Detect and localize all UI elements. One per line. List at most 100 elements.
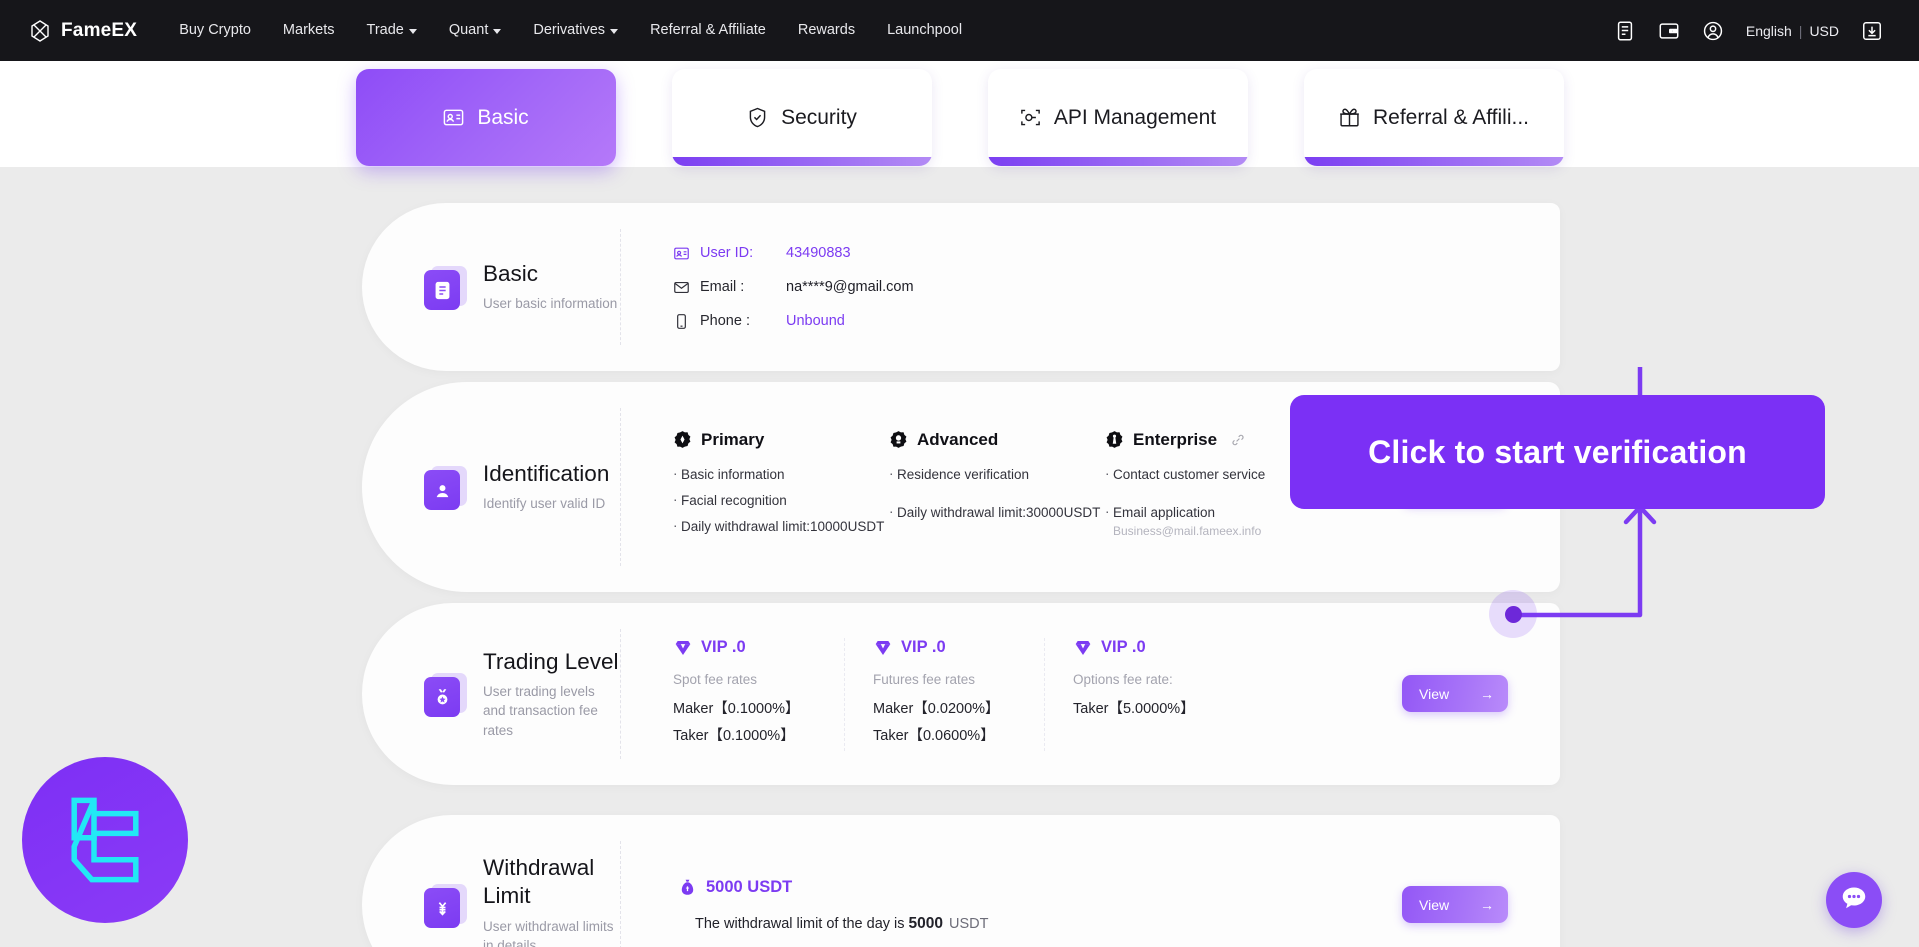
user-circle-icon[interactable] [1702, 20, 1724, 42]
card-title: Basic [483, 261, 539, 287]
nav-item-markets[interactable]: Markets [267, 0, 351, 61]
nav-item-buy-crypto[interactable]: Buy Crypto [163, 0, 267, 61]
withdrawal-amount: 5000 USDT [706, 878, 793, 896]
level-benefits: Residence verification Daily withdrawal … [889, 465, 1105, 522]
tab-accent-bar [671, 157, 932, 166]
card-title: Identification [483, 461, 610, 487]
chevron-down-icon [493, 29, 502, 34]
currency-label[interactable]: USD [1809, 23, 1839, 39]
info-row-email: Email : na****9@gmail.com [673, 279, 914, 296]
tab-accent-bar [987, 157, 1248, 166]
wallet-icon[interactable] [1658, 20, 1680, 42]
benefit-item: Facial recognition [673, 491, 889, 510]
card-subtitle: User withdrawal limits in details [483, 918, 614, 947]
vip-gem-icon [673, 638, 693, 658]
card-subtitle: Identify user valid ID [483, 496, 606, 512]
cta-label: Click to start verification [1368, 433, 1747, 470]
benefit-item: Daily withdrawal limit:30000USDT [889, 503, 1105, 522]
language-label[interactable]: English [1746, 23, 1792, 39]
tab-api-management[interactable]: API Management [987, 69, 1248, 166]
tab-basic[interactable]: Basic [355, 69, 616, 166]
tab-security[interactable]: Security [671, 69, 932, 166]
enterprise-badge-icon [1105, 430, 1124, 449]
identification-card-header: Identification Identify user valid ID [362, 460, 620, 514]
level-name: Enterprise [1133, 429, 1218, 449]
fee-type-label: Options fee rate: [1073, 671, 1173, 687]
benefit-item: Daily withdrawal limit:10000USDT [673, 517, 889, 536]
level-column-advanced: Advanced Residence verification Daily wi… [889, 430, 1105, 545]
vip-level: VIP .0 [701, 638, 746, 656]
api-key-icon [1019, 106, 1042, 129]
document-list-icon[interactable] [1614, 20, 1636, 42]
fee-column-futures: VIP .0 Futures fee rates Maker【0.0200%】 … [873, 637, 1045, 751]
vip-level: VIP .0 [1101, 638, 1146, 656]
info-row-phone: Phone : Unbound [673, 313, 914, 330]
chevron-down-icon [408, 29, 417, 34]
basic-card-body: User ID: 43490883 Email : na****9@gmail.… [621, 245, 1560, 330]
info-row-user-id: User ID: 43490883 [673, 245, 914, 262]
button-label: View [1419, 896, 1450, 913]
vip-header: VIP .0 [1073, 638, 1217, 658]
nav-label: Referral & Affiliate [650, 22, 766, 38]
fee-value: Taker【0.1000%】 [673, 727, 795, 744]
nav-item-rewards[interactable]: Rewards [782, 0, 871, 61]
nav-item-trade[interactable]: Trade [351, 0, 433, 61]
trading-level-card: Trading Level User trading levels and tr… [362, 603, 1560, 785]
button-label: View [1419, 685, 1450, 702]
nav-item-derivatives[interactable]: Derivatives [517, 0, 634, 61]
tab-referral-affiliate[interactable]: Referral & Affili... [1303, 69, 1564, 166]
fee-value: Maker【0.1000%】 [673, 700, 800, 717]
benefit-item: Residence verification [889, 465, 1105, 484]
brand-logo[interactable]: FameEX [28, 19, 137, 43]
vip-header: VIP .0 [673, 638, 816, 658]
separator: | [1798, 22, 1803, 39]
info-value[interactable]: Unbound [786, 313, 845, 329]
trading-level-view-button[interactable]: View → [1402, 675, 1508, 712]
shield-check-icon [746, 106, 769, 129]
nav-label: Rewards [797, 22, 856, 38]
tab-label: Security [781, 105, 857, 129]
benefit-item: Basic information [673, 465, 889, 484]
link-chain-icon[interactable] [1231, 433, 1245, 447]
sentence-prefix: The withdrawal limit of the day is [695, 916, 905, 932]
download-app-icon[interactable] [1861, 20, 1883, 42]
enterprise-contact-email: Business@mail.fameex.info [1113, 524, 1262, 539]
chat-support-button[interactable] [1826, 872, 1882, 928]
nav-item-quant[interactable]: Quant [433, 0, 518, 61]
fameex-logo-icon [28, 19, 52, 43]
fee-value: Maker【0.0200%】 [873, 700, 1000, 717]
info-value: na****9@gmail.com [786, 279, 914, 295]
withdrawal-amount-row: 5000 USDT [678, 877, 989, 898]
sentence-amount: 5000 [908, 915, 944, 932]
envelope-icon [673, 279, 690, 296]
withdrawal-sentence: The withdrawal limit of the day is 5000 US… [678, 915, 989, 933]
fee-column-spot: VIP .0 Spot fee rates Maker【0.1000%】 Tak… [673, 637, 845, 751]
nav-item-launchpool[interactable]: Launchpool [871, 0, 978, 61]
tab-label: Referral & Affili... [1372, 105, 1529, 129]
start-verification-button[interactable]: Click to start verification [1290, 395, 1825, 509]
fee-type-label: Futures fee rates [873, 671, 976, 687]
level-header: Primary [673, 430, 889, 450]
card-title: Trading Level [483, 648, 619, 674]
card-title: Withdrawal Limit [483, 855, 595, 909]
fee-value: Taker【0.0600%】 [873, 727, 995, 744]
advanced-badge-icon [889, 430, 908, 449]
language-currency-selector[interactable]: English | USD [1746, 23, 1839, 39]
vip-header: VIP .0 [873, 638, 1016, 658]
trading-level-card-header: Trading Level User trading levels and tr… [362, 648, 620, 741]
gift-icon [1338, 106, 1361, 129]
card-subtitle: User basic information [483, 296, 618, 312]
vip-level: VIP .0 [901, 638, 946, 656]
withdrawal-limit-view-button[interactable]: View → [1402, 886, 1508, 923]
chevron-down-icon [610, 29, 619, 34]
nav-item-referral-affiliate[interactable]: Referral & Affiliate [634, 0, 782, 61]
info-label: User ID: [700, 245, 754, 261]
withdraw-money-icon [424, 882, 467, 928]
id-card-icon [442, 106, 465, 129]
account-overview-page: Basic User basic information User ID: 43 [0, 167, 1919, 947]
nav-label: Launchpool [887, 22, 963, 38]
level-name: Advanced [917, 429, 999, 449]
medal-star-icon [424, 671, 467, 717]
annotation-dot-marker [1505, 606, 1522, 623]
level-header: Advanced [889, 430, 1105, 450]
